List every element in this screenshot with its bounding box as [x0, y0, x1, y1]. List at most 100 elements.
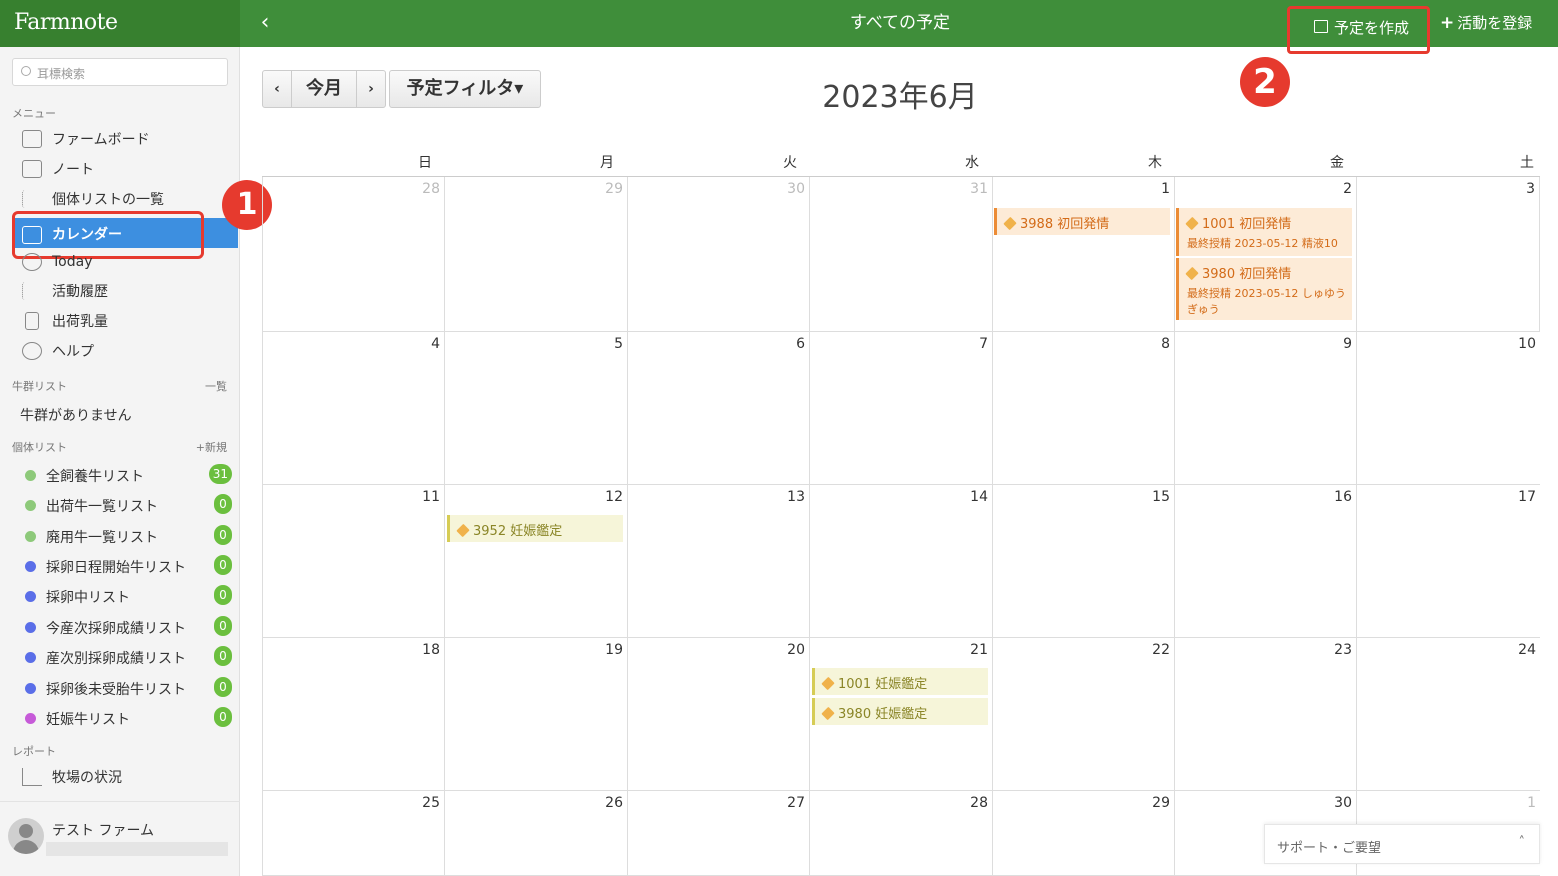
day-number: 28: [422, 181, 440, 197]
list-item-label: 出荷牛一覧リスト: [46, 499, 158, 515]
list-item[interactable]: 今産次採卵成績リスト 0: [22, 616, 232, 640]
calendar-day-cell[interactable]: 29: [444, 177, 627, 332]
list-item[interactable]: 採卵日程開始牛リスト 0: [22, 555, 232, 579]
calendar-day-cell[interactable]: 28: [809, 791, 992, 876]
calendar-day-cell[interactable]: 16: [1174, 485, 1356, 638]
calendar-day-cell[interactable]: 27: [627, 791, 809, 876]
calendar-day-cell[interactable]: 15: [992, 485, 1174, 638]
calendar-event[interactable]: 3980 妊娠鑑定: [812, 698, 988, 725]
sidebar-item-label: Today: [52, 254, 93, 270]
calendar-day-cell[interactable]: 1: [992, 177, 1174, 332]
calendar-event[interactable]: 1001 初回発情 最終授精 2023-05-12 精液10: [1176, 208, 1352, 256]
calendar-day-cell[interactable]: 29: [992, 791, 1174, 876]
list-item[interactable]: 妊娠牛リスト 0: [22, 707, 232, 731]
calendar-day-cell[interactable]: 28: [262, 177, 444, 332]
annotation-badge-2: 2: [1240, 57, 1290, 107]
calendar-day-cell[interactable]: 6: [627, 332, 809, 485]
sidebar-item-label: 出荷乳量: [52, 314, 108, 330]
list-item[interactable]: 採卵後未受胎牛リスト 0: [22, 677, 232, 701]
calendar-day-cell[interactable]: 26: [444, 791, 627, 876]
calendar-day-cell[interactable]: 30: [627, 177, 809, 332]
register-activity-button[interactable]: + 活動を登録: [1440, 12, 1532, 33]
search-placeholder: 耳標検索: [37, 67, 86, 81]
milk-bottle-icon: [25, 312, 39, 330]
menu-section-title: メニュー: [12, 107, 56, 120]
search-input[interactable]: 耳標検索: [12, 58, 228, 86]
calendar-event[interactable]: 3988 初回発情: [994, 208, 1170, 235]
farm-board-icon: [22, 130, 42, 148]
note-icon: [22, 160, 42, 178]
calendar-day-cell[interactable]: 18: [262, 638, 444, 791]
sidebar-item-label: 牧場の状況: [52, 770, 122, 786]
individual-list-new-link[interactable]: +新規: [196, 439, 227, 455]
calendar-day-cell[interactable]: 17: [1356, 485, 1540, 638]
calendar-day-cell[interactable]: 19: [444, 638, 627, 791]
weekday-header: 月: [600, 155, 614, 171]
calendar-day-cell[interactable]: 13: [627, 485, 809, 638]
farmnote-logo[interactable]: Farmnote: [14, 10, 118, 35]
list-item[interactable]: 採卵中リスト 0: [22, 585, 232, 609]
schedule-filter-dropdown[interactable]: 予定フィルタ▾: [389, 70, 541, 108]
calendar-event[interactable]: 3952 妊娠鑑定: [447, 515, 623, 542]
list-item[interactable]: 全飼養牛リスト 31: [22, 464, 232, 488]
sidebar-item-farm-status[interactable]: 牧場の状況: [22, 767, 122, 791]
day-number: 18: [422, 642, 440, 658]
calendar-day-cell[interactable]: 31: [809, 177, 992, 332]
day-number: 15: [1152, 489, 1170, 505]
sidebar-item-today[interactable]: Today: [22, 253, 93, 277]
day-number: 12: [605, 489, 623, 505]
calendar-event[interactable]: 1001 妊娠鑑定: [812, 668, 988, 695]
calendar-day-cell[interactable]: 12: [444, 485, 627, 638]
day-number: 1: [1161, 181, 1170, 197]
day-number: 11: [422, 489, 440, 505]
list-count-badge: 0: [214, 525, 232, 545]
day-number: 24: [1518, 642, 1536, 658]
calendar-day-cell[interactable]: 10: [1356, 332, 1540, 485]
calendar-day-cell[interactable]: 23: [1174, 638, 1356, 791]
list-color-dot: [25, 561, 36, 572]
search-icon: [21, 66, 31, 76]
herd-list-all-link[interactable]: 一覧: [205, 378, 227, 394]
calendar-day-cell[interactable]: 24: [1356, 638, 1540, 791]
calendar-day-cell[interactable]: 22: [992, 638, 1174, 791]
list-item[interactable]: 出荷牛一覧リスト 0: [22, 494, 232, 518]
calendar-day-cell[interactable]: 8: [992, 332, 1174, 485]
calendar-day-cell[interactable]: 3: [1356, 177, 1540, 332]
user-panel[interactable]: テスト ファーム: [0, 801, 240, 876]
calendar-day-cell[interactable]: 9: [1174, 332, 1356, 485]
herd-empty-text: 牛群がありません: [20, 408, 132, 424]
chart-icon: [22, 768, 42, 786]
calendar-day-cell[interactable]: 5: [444, 332, 627, 485]
sidebar-item-farm-board[interactable]: ファームボード: [22, 129, 150, 153]
create-schedule-button[interactable]: 予定を作成: [1287, 6, 1430, 54]
calendar-day-cell[interactable]: 20: [627, 638, 809, 791]
list-item[interactable]: 産次別採卵成績リスト 0: [22, 646, 232, 670]
calendar-day-cell[interactable]: 7: [809, 332, 992, 485]
page-title: すべての予定: [849, 13, 951, 33]
current-month-button[interactable]: 今月: [291, 70, 357, 108]
list-item[interactable]: 廃用牛一覧リスト 0: [22, 525, 232, 549]
day-number: 29: [1152, 795, 1170, 811]
next-month-button[interactable]: ›: [356, 70, 386, 108]
event-title: 3980 初回発情: [1202, 267, 1292, 282]
day-number: 14: [970, 489, 988, 505]
day-number: 16: [1334, 489, 1352, 505]
prev-month-button[interactable]: ‹: [262, 70, 292, 108]
calendar-day-cell[interactable]: 4: [262, 332, 444, 485]
calendar-event[interactable]: 3980 初回発情 最終授精 2023-05-12 しゅゆうぎゅう: [1176, 258, 1352, 320]
calendar-day-cell[interactable]: 11: [262, 485, 444, 638]
calendar-day-cell[interactable]: 14: [809, 485, 992, 638]
support-widget[interactable]: サポート・ご要望 ˄: [1264, 824, 1540, 864]
list-color-dot: [25, 591, 36, 602]
back-button[interactable]: ‹: [252, 8, 278, 38]
sidebar-item-help[interactable]: ヘルプ: [22, 341, 94, 365]
list-item-label: 妊娠牛リスト: [46, 712, 130, 728]
day-number: 28: [970, 795, 988, 811]
sidebar-item-note[interactable]: ノート: [22, 159, 94, 183]
weekday-header: 日: [418, 155, 432, 171]
day-number: 31: [970, 181, 988, 197]
calendar-day-cell[interactable]: 25: [262, 791, 444, 876]
sidebar-item-milk-shipment[interactable]: 出荷乳量: [22, 311, 108, 335]
sidebar-item-list-overview[interactable]: 個体リストの一覧: [22, 189, 164, 213]
sidebar-item-activity-history[interactable]: 活動履歴: [22, 281, 108, 305]
